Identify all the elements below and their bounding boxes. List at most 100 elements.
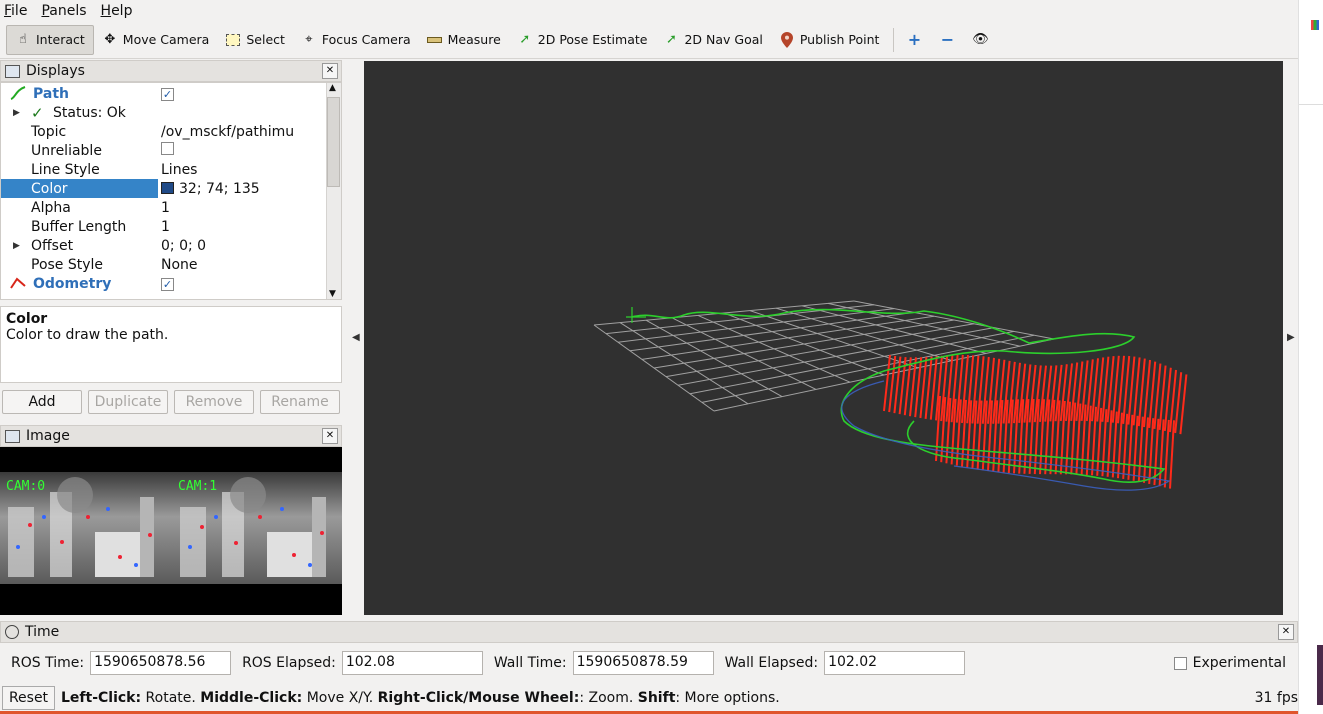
tree-row-alpha[interactable]: Alpha 1 [1, 198, 327, 217]
thumbnail [1317, 645, 1323, 705]
ros-time-field[interactable]: 1590650878.56 [90, 651, 232, 675]
rename-button[interactable]: Rename [260, 390, 340, 414]
scroll-up-icon[interactable]: ▲ [329, 83, 336, 93]
image-panel-title: Image ✕ [0, 425, 342, 447]
odometry-arrow [1148, 418, 1155, 485]
tree-row-path[interactable]: Path ✓ [1, 84, 327, 103]
wall-time-field[interactable]: 1590650878.59 [572, 651, 714, 675]
close-icon[interactable]: ✕ [322, 63, 338, 79]
3d-scene [593, 300, 1188, 491]
tree-row-offset[interactable]: ▶ Offset 0; 0; 0 [1, 236, 327, 255]
ros-elapsed-field[interactable]: 102.08 [341, 651, 483, 675]
tree-row-pose-style[interactable]: Pose Style None [1, 255, 327, 274]
measure-tool-button[interactable]: Measure [419, 25, 509, 55]
odometry-icon [10, 277, 26, 289]
buffer-length-label: Buffer Length [31, 218, 127, 235]
move-camera-tool-button[interactable]: ✥ Move Camera [94, 25, 218, 55]
experimental-option[interactable]: Experimental [1173, 655, 1286, 671]
odometry-arrow [1137, 416, 1144, 482]
path-enabled-checkbox[interactable]: ✓ [161, 87, 174, 101]
odometry-arrow [893, 356, 902, 414]
path-display-label: Path [33, 85, 69, 102]
divider [1299, 104, 1323, 105]
app-grid-icon [1311, 20, 1319, 30]
minus-icon: − [940, 30, 955, 49]
add-tool-button[interactable]: + [900, 25, 933, 55]
remove-button[interactable]: Remove [174, 390, 254, 414]
alpha-label: Alpha [31, 199, 71, 216]
time-panel-title: Time ✕ [0, 621, 1298, 643]
topic-value[interactable]: /ov_msckf/pathimu [161, 124, 294, 140]
grid-line [827, 302, 1021, 347]
publish-point-tool-button[interactable]: Publish Point [771, 25, 888, 55]
displays-title: Displays [26, 63, 85, 79]
menu-file[interactable]: File [4, 3, 27, 19]
alpha-value[interactable]: 1 [161, 200, 170, 216]
add-button[interactable]: Add [2, 390, 82, 414]
green-arrow-icon: ➚ [519, 32, 531, 47]
color-value: 32; 74; 135 [179, 180, 260, 197]
description-title: Color [6, 311, 48, 327]
tree-row-unreliable[interactable]: Unreliable [1, 141, 327, 160]
left-click-text: Rotate. [141, 690, 201, 706]
tree-row-status[interactable]: ▶ ✓ Status: Ok [1, 103, 327, 122]
experimental-checkbox[interactable] [1173, 656, 1187, 670]
hand-pointer-icon: ☝ [19, 32, 27, 47]
tree-row-color[interactable]: Color 32; 74; 135 [1, 179, 327, 198]
buffer-length-value[interactable]: 1 [161, 219, 170, 235]
wall-time-label: Wall Time: [493, 655, 567, 671]
status-label: Status: Ok [53, 104, 126, 121]
move-camera-label: Move Camera [122, 32, 210, 47]
pose-style-value[interactable]: None [161, 257, 198, 273]
unreliable-label: Unreliable [31, 142, 102, 159]
wall-elapsed-field[interactable]: 102.02 [824, 651, 966, 675]
odometry-arrow [1179, 374, 1188, 435]
tree-row-topic[interactable]: Topic /ov_msckf/pathimu [1, 122, 327, 141]
close-icon[interactable]: ✕ [322, 428, 338, 444]
odometry-enabled-checkbox[interactable]: ✓ [161, 277, 174, 291]
close-icon[interactable]: ✕ [1278, 624, 1294, 640]
offset-value[interactable]: 0; 0; 0 [161, 238, 206, 254]
odometry-arrow [1132, 415, 1139, 481]
camera-feed-image: CAM:0 CAM:1 [0, 472, 342, 584]
focus-camera-tool-button[interactable]: ⌖ Focus Camera [293, 25, 419, 55]
image-title: Image [26, 428, 70, 444]
nav-goal-tool-button[interactable]: ➚ 2D Nav Goal [655, 25, 770, 55]
view-options-button[interactable]: 👁 [966, 25, 999, 55]
duplicate-button[interactable]: Duplicate [88, 390, 168, 414]
fps-counter: 31 fps [1254, 690, 1298, 706]
3d-render-view[interactable] [364, 61, 1283, 615]
nav-goal-label: 2D Nav Goal [684, 32, 763, 47]
image-icon [5, 429, 20, 443]
reset-button[interactable]: Reset [2, 686, 55, 710]
color-value-cell[interactable]: 32; 74; 135 [161, 181, 260, 197]
middle-click-text: Move X/Y. [302, 690, 378, 706]
interact-label: Interact [36, 32, 85, 47]
remove-tool-button[interactable]: − [933, 25, 966, 55]
unreliable-checkbox[interactable] [161, 142, 174, 155]
tree-row-line-style[interactable]: Line Style Lines [1, 160, 327, 179]
time-title: Time [25, 624, 60, 640]
grid-line [853, 300, 1055, 340]
description-text: Color to draw the path. [6, 327, 169, 343]
expand-arrow-icon[interactable]: ▶ [13, 108, 20, 118]
checkmark-icon: ✓ [31, 103, 44, 122]
menu-help[interactable]: Help [101, 3, 133, 19]
eye-icon: 👁 [972, 32, 989, 47]
pose-estimate-tool-button[interactable]: ➚ 2D Pose Estimate [509, 25, 656, 55]
plus-icon: + [907, 30, 922, 49]
tree-row-buffer-length[interactable]: Buffer Length 1 [1, 217, 327, 236]
clock-icon [5, 625, 19, 639]
scrollbar-thumb[interactable] [327, 97, 340, 187]
expand-arrow-icon[interactable]: ▶ [13, 241, 20, 251]
collapse-right-icon[interactable]: ▶ [1287, 332, 1295, 343]
select-tool-button[interactable]: Select [217, 25, 293, 55]
line-style-value[interactable]: Lines [161, 162, 197, 178]
interact-tool-button[interactable]: ☝ Interact [6, 24, 94, 55]
collapse-left-icon[interactable]: ◀ [352, 332, 360, 343]
tree-row-odometry[interactable]: Odometry ✓ [1, 274, 327, 293]
crosshair-icon: ⌖ [305, 32, 313, 47]
menu-panels[interactable]: Panels [41, 3, 86, 19]
topic-label: Topic [31, 123, 67, 140]
scroll-down-icon[interactable]: ▼ [329, 289, 336, 299]
